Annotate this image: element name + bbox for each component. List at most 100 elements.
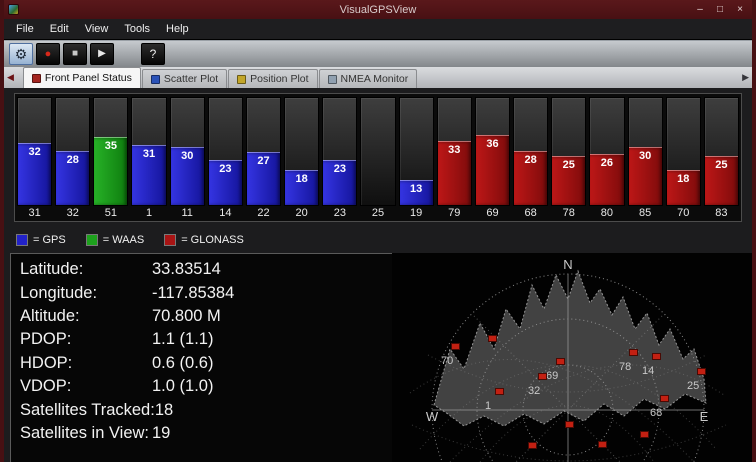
status-altitude: Altitude: 70.800 M (20, 305, 385, 328)
scatter-plot-tab-icon (150, 74, 160, 84)
tab-label: Position Plot (250, 73, 309, 85)
satellite-icon (648, 353, 665, 360)
settings-button[interactable]: ⚙ (9, 43, 33, 65)
status-panel: Latitude: 33.83514 Longitude: -117.85384 Alt… (10, 253, 395, 462)
channel-32: 28 32 (55, 97, 91, 221)
window-title: VisualGPSView (339, 3, 417, 16)
prn-label: 83 (715, 207, 728, 219)
nmea-monitor-tab-icon (327, 74, 337, 84)
signal-bar: 28 (514, 150, 548, 205)
signal-bar: 18 (666, 169, 700, 205)
help-button[interactable]: ? (141, 43, 165, 65)
status-value: -117.85384 (152, 283, 235, 302)
signal-slot: 35 (93, 97, 129, 206)
snr-value: 23 (333, 163, 346, 176)
status-rows: Latitude: 33.83514 Longitude: -117.85384 Alt… (20, 258, 385, 445)
tab-scroll-right-icon[interactable]: ▶ (739, 72, 752, 83)
signal-bar: 36 (475, 134, 510, 205)
channel-70: 18 70 (665, 97, 701, 221)
status-label: PDOP: (20, 330, 72, 349)
gps-swatch (16, 234, 28, 246)
status-label: Satellites Tracked: (20, 400, 155, 419)
signal-bar: 30 (170, 146, 204, 205)
prn-label: 20 (295, 207, 308, 219)
menu-view[interactable]: View (77, 20, 117, 38)
channel-51: 35 51 (93, 97, 129, 221)
title-bar[interactable]: VisualGPSView – □ × (4, 0, 752, 19)
menu-file[interactable]: File (8, 20, 42, 38)
signal-slot: 23 (207, 97, 243, 206)
tab-scroll-left-icon[interactable]: ◀ (4, 72, 17, 83)
status-latitude: Latitude: 33.83514 (20, 258, 385, 281)
status-longitude: Longitude: -117.85384 (20, 281, 385, 304)
snr-value: 28 (524, 153, 537, 166)
signal-slot: 25 (551, 97, 587, 206)
tab-label: NMEA Monitor (340, 73, 409, 85)
stop-button[interactable]: ■ (63, 43, 87, 65)
channel-79: 33 79 (436, 97, 472, 221)
snr-value: 30 (181, 149, 194, 162)
window-controls: – □ × (691, 2, 752, 17)
snr-value: 25 (562, 159, 575, 172)
prn-label: 25 (371, 207, 385, 219)
menu-edit[interactable]: Edit (42, 20, 77, 38)
signal-strength-panel: 32 31 28 32 35 51 31 1 30 11 23 14 27 22 18 20 23 23 25 13 1… (14, 93, 742, 222)
tab-nmea-monitor[interactable]: NMEA Monitor (318, 69, 418, 88)
channel-19: 13 19 (398, 97, 434, 221)
signal-slot: 30 (169, 97, 205, 206)
status-label: Satellites in View: (20, 423, 150, 442)
snr-value: 25 (715, 159, 728, 172)
prn-label: 69 (486, 207, 499, 219)
channel-78: 25 78 (551, 97, 587, 221)
satellite-25: 25 (687, 368, 710, 394)
front-panel-tab-icon (31, 73, 41, 83)
status-hdop: HDOP: 0.6 (0.6) (20, 352, 385, 375)
maximize-button[interactable]: □ (711, 2, 729, 17)
status-value: 0.6 (0.6) (152, 353, 214, 372)
signal-slot (360, 97, 396, 206)
satellite-69: 69 (546, 358, 569, 384)
prn-label: 80 (600, 207, 614, 219)
satellite-icon (484, 335, 501, 342)
close-button[interactable]: × (731, 2, 749, 17)
status-label: VDOP: (20, 377, 72, 396)
snr-value: 35 (104, 139, 118, 152)
signal-bar: 23 (208, 160, 242, 205)
prn-label: 31 (28, 207, 41, 219)
snr-value: 33 (448, 143, 461, 156)
menu-tools[interactable]: Tools (116, 20, 158, 38)
status-satellites-in-view: Satellites in View: 19 (20, 422, 385, 445)
satellite-1: 1 (485, 388, 508, 414)
channel-22: 27 22 (245, 97, 282, 221)
signal-bar: 30 (628, 146, 662, 205)
tab-front-panel-status[interactable]: Front Panel Status (22, 67, 141, 88)
prn-label: 70 (677, 207, 690, 219)
channel-69: 36 69 (474, 97, 511, 221)
menu-help[interactable]: Help (158, 20, 197, 38)
sky-plot-panel: N W E 70 69 32 1 78 14 25 68 (392, 253, 752, 462)
satellite-78: 78 (619, 349, 642, 375)
play-button[interactable]: ▶ (90, 43, 114, 65)
signal-slot: 32 (17, 97, 53, 206)
signal-slot: 31 (131, 97, 167, 206)
app-icon (8, 4, 19, 15)
tab-scatter-plot[interactable]: Scatter Plot (141, 69, 228, 88)
tab-position-plot[interactable]: Position Plot (228, 69, 318, 88)
signal-bars: 32 31 28 32 35 51 31 1 30 11 23 14 27 22 18 20 23 23 25 13 1… (17, 97, 739, 221)
status-value: 1.1 (1.1) (152, 330, 214, 349)
signal-slot: 18 (284, 97, 320, 206)
app-window: VisualGPSView – □ × File Edit View Tools Hel… (0, 0, 756, 462)
snr-value: 31 (142, 147, 156, 160)
record-button[interactable]: ● (36, 43, 60, 65)
minimize-button[interactable]: – (691, 2, 709, 17)
prn-label: 79 (448, 207, 461, 219)
satellite-68: 68 (650, 395, 673, 421)
signal-slot: 36 (474, 97, 511, 206)
status-label: Latitude: (20, 260, 84, 279)
signal-slot: 25 (703, 97, 739, 206)
channel-20: 18 20 (284, 97, 320, 221)
prn-label: 68 (524, 207, 537, 219)
snr-value: 18 (677, 172, 690, 185)
prn-label: 11 (181, 207, 193, 219)
legend: = GPS = WAAS = GLONASS (16, 234, 244, 246)
